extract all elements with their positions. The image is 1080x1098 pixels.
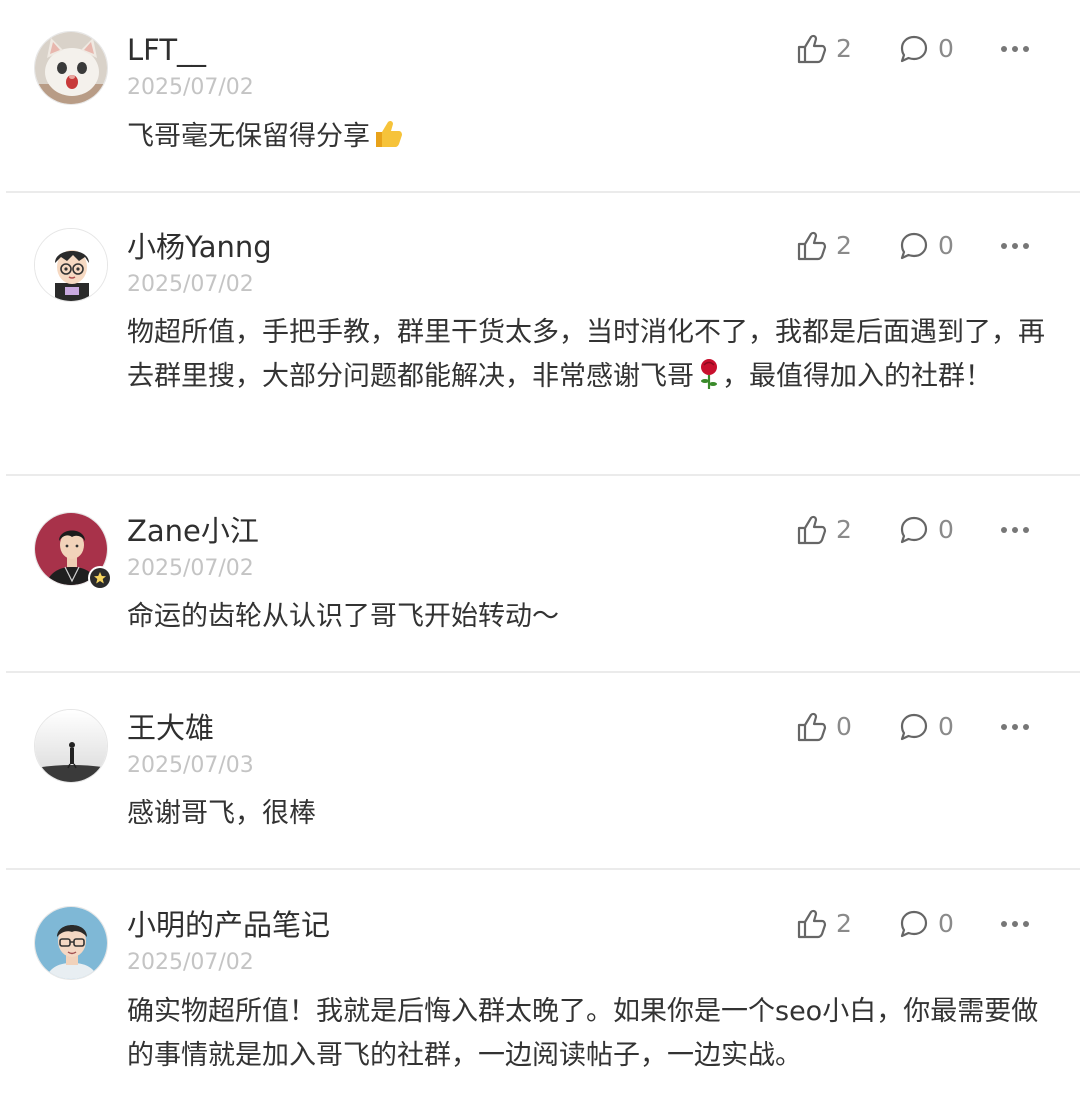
thumbs-up-outline-icon <box>797 231 827 261</box>
speech-bubble-outline-icon <box>900 35 928 63</box>
thumbs-up-outline-icon <box>797 34 827 64</box>
divider <box>6 474 1080 476</box>
avatar[interactable] <box>34 906 108 980</box>
like-count: 2 <box>836 34 852 63</box>
reply-button[interactable]: 0 <box>898 31 954 67</box>
comment-item: LFT__ 2025/07/02 飞哥毫无保留得分享 2 0 <box>0 0 1080 194</box>
more-dots-icon <box>1001 527 1007 533</box>
reply-button[interactable]: 0 <box>898 512 954 548</box>
comment-date: 2025/07/03 <box>127 753 254 778</box>
like-button[interactable]: 2 <box>796 906 852 942</box>
avatar[interactable] <box>34 31 108 105</box>
thumbs-up-outline-icon <box>797 712 827 742</box>
like-button[interactable]: 2 <box>796 228 852 264</box>
like-count: 2 <box>836 231 852 260</box>
like-count: 2 <box>836 909 852 938</box>
comment-text: 感谢哥飞，很棒 <box>127 798 316 829</box>
speech-bubble-outline-icon <box>900 910 928 938</box>
more-dots-icon <box>1001 921 1007 927</box>
reply-count: 0 <box>938 515 954 544</box>
like-button[interactable]: 0 <box>796 709 852 745</box>
comment-actions: 2 0 <box>796 906 1056 942</box>
more-options-button[interactable] <box>998 906 1032 942</box>
thumbs-up-emoji-icon <box>372 118 404 164</box>
more-options-button[interactable] <box>998 31 1032 67</box>
more-dots-icon <box>1001 243 1007 249</box>
comment-date: 2025/07/02 <box>127 272 254 297</box>
more-options-button[interactable] <box>998 512 1032 548</box>
comment-actions: 2 0 <box>796 228 1056 264</box>
comment-text: 物超所值，手把手教，群里干货太多，当时消化不了，我都是后面遇到了，再去群里搜，大… <box>127 311 1052 404</box>
like-button[interactable]: 2 <box>796 31 852 67</box>
reply-button[interactable]: 0 <box>898 906 954 942</box>
reply-count: 0 <box>938 909 954 938</box>
speech-bubble-outline-icon <box>900 713 928 741</box>
like-button[interactable]: 2 <box>796 512 852 548</box>
comment-text: 飞哥毫无保留得分享 <box>127 115 1052 164</box>
comment-text-tail: ，最值得加入的社群！ <box>722 361 992 392</box>
comment-item: Zane小江 2025/07/02 命运的齿轮从认识了哥飞开始转动～ 2 0 <box>0 477 1080 674</box>
divider <box>6 671 1080 673</box>
comment-text: 命运的齿轮从认识了哥飞开始转动～ <box>127 601 559 632</box>
avatar[interactable] <box>34 709 108 783</box>
reply-count: 0 <box>938 34 954 63</box>
thumbs-up-outline-icon <box>797 909 827 939</box>
reply-count: 0 <box>938 712 954 741</box>
more-dots-icon <box>1001 724 1007 730</box>
more-dots-icon <box>1001 46 1007 52</box>
avatar[interactable] <box>34 228 108 302</box>
like-count: 0 <box>836 712 852 741</box>
more-options-button[interactable] <box>998 709 1032 745</box>
reply-button[interactable]: 0 <box>898 228 954 264</box>
speech-bubble-outline-icon <box>900 232 928 260</box>
divider <box>6 191 1080 193</box>
comment-actions: 2 0 <box>796 31 1056 67</box>
author-name[interactable]: LFT__ <box>127 32 206 68</box>
divider <box>6 868 1080 870</box>
comment-text: 确实物超所值！我就是后悔入群太晚了。如果你是一个seo小白，你最需要做的事情就是… <box>127 996 1039 1071</box>
comment-actions: 2 0 <box>796 512 1056 548</box>
author-name[interactable]: 小杨Yanng <box>127 229 272 265</box>
reply-count: 0 <box>938 231 954 260</box>
rose-emoji-icon <box>696 358 722 404</box>
speech-bubble-outline-icon <box>900 516 928 544</box>
thumbs-up-outline-icon <box>797 515 827 545</box>
comment-date: 2025/07/02 <box>127 75 254 100</box>
comment-item: 小杨Yanng 2025/07/02 物超所值，手把手教，群里干货太多，当时消化… <box>0 194 1080 477</box>
comment-actions: 0 0 <box>796 709 1056 745</box>
star-badge-icon <box>94 572 106 584</box>
comment-text-body: 飞哥毫无保留得分享 <box>127 121 370 152</box>
author-name[interactable]: 小明的产品笔记 <box>127 907 330 943</box>
author-name[interactable]: Zane小江 <box>127 513 259 549</box>
comment-date: 2025/07/02 <box>127 556 254 581</box>
author-name[interactable]: 王大雄 <box>127 710 214 746</box>
comment-item: 小明的产品笔记 2025/07/02 确实物超所值！我就是后悔入群太晚了。如果你… <box>0 871 1080 1098</box>
reply-button[interactable]: 0 <box>898 709 954 745</box>
more-options-button[interactable] <box>998 228 1032 264</box>
comment-item: 王大雄 2025/07/03 感谢哥飞，很棒 0 0 <box>0 674 1080 871</box>
like-count: 2 <box>836 515 852 544</box>
badge <box>88 566 112 590</box>
comment-date: 2025/07/02 <box>127 950 254 975</box>
